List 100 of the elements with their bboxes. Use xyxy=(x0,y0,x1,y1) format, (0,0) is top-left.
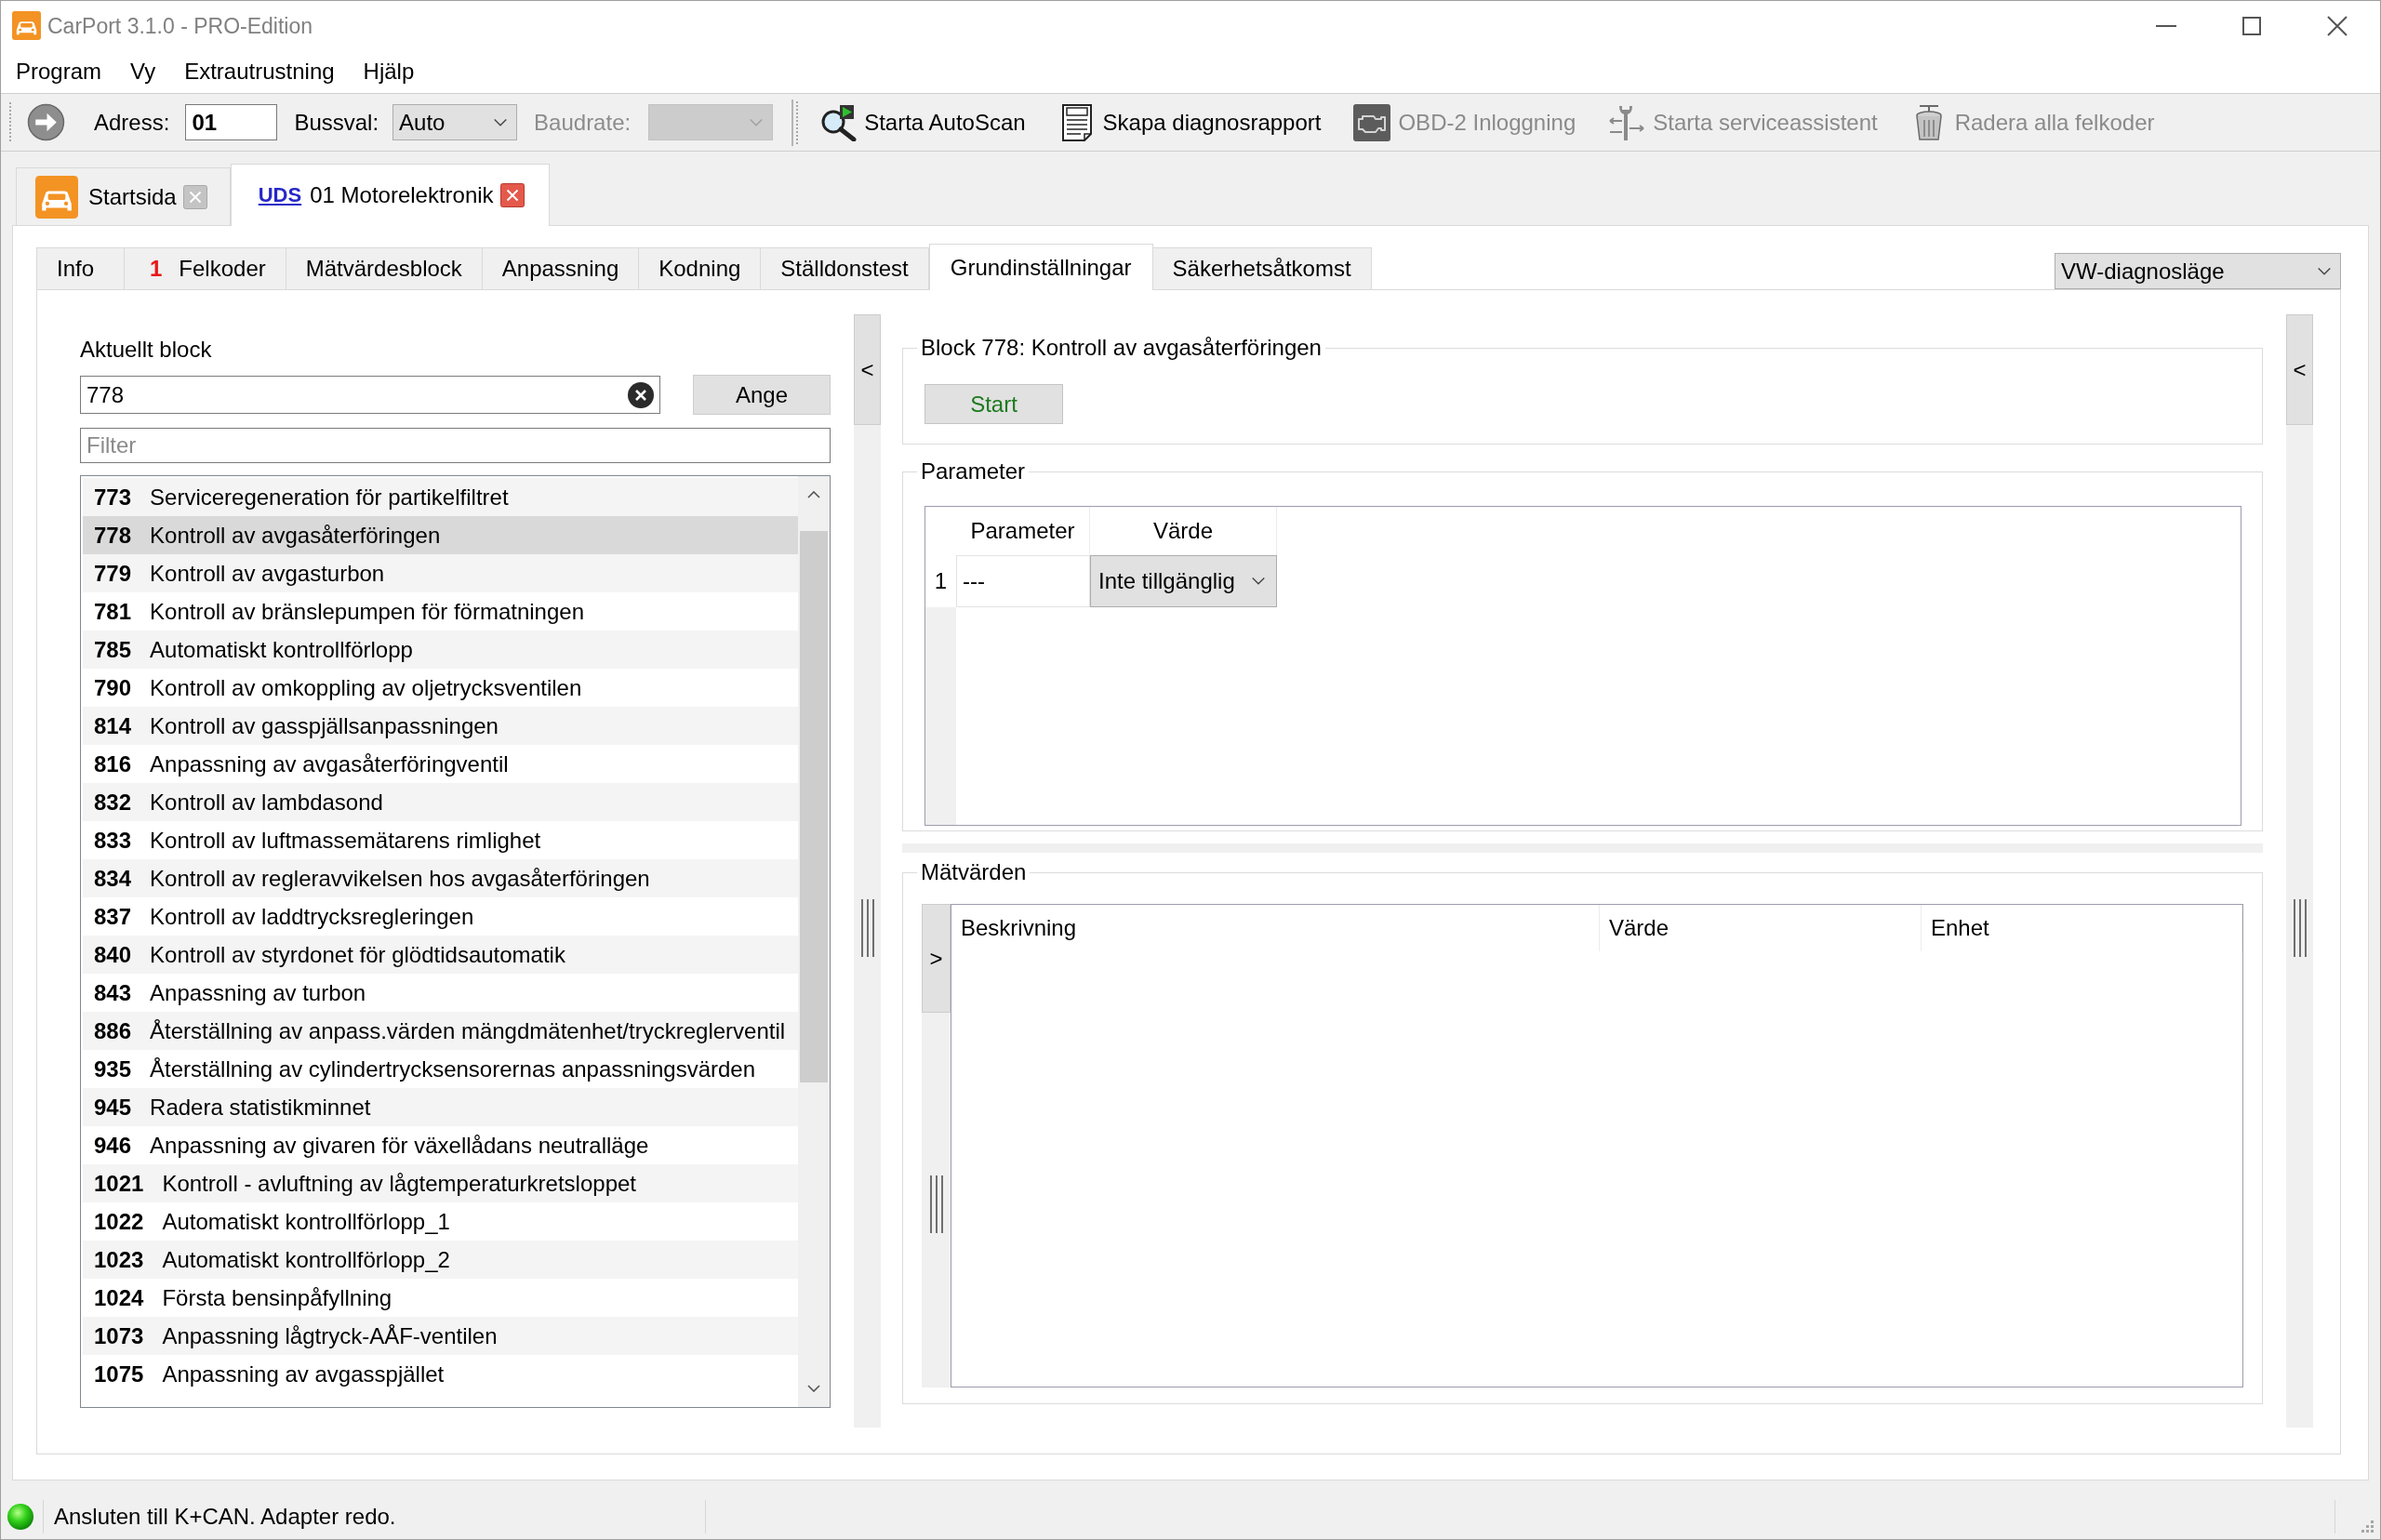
protocol-label: UDS xyxy=(258,182,302,208)
app-icon xyxy=(12,11,41,40)
block-number: 1021 xyxy=(94,1170,144,1197)
address-field[interactable]: 01 xyxy=(185,104,278,140)
bus-label: Bussval: xyxy=(294,109,379,136)
block-name: Kontroll av bränslepumpen för förmatningen xyxy=(150,598,584,625)
block-name: Kontroll av luftmassemätarens rimlighet xyxy=(150,827,541,854)
block-name: Kontroll av lambdasond xyxy=(150,789,383,816)
function-tab[interactable]: 1 Felkoder xyxy=(124,247,286,289)
block-list-item[interactable]: 778 Kontroll av avgasåterföringen xyxy=(83,516,798,554)
block-number: 773 xyxy=(94,484,132,511)
block-list-item[interactable]: 779 Kontroll av avgasturbon xyxy=(83,554,798,592)
close-icon xyxy=(182,184,207,209)
block-name: Kontroll av omkoppling av oljetrycksventilen xyxy=(150,674,582,701)
column-header: Beskrivning xyxy=(951,905,1600,951)
tab-label: Startsida xyxy=(88,183,177,210)
block-number: 1022 xyxy=(94,1208,144,1235)
block-name: Kontroll av gasspjällsanpassningen xyxy=(150,712,499,739)
block-number: 843 xyxy=(94,979,132,1006)
set-button[interactable]: Ange xyxy=(693,375,831,415)
mode-dropdown[interactable]: VW-diagnosläge xyxy=(2055,253,2341,289)
block-number: 945 xyxy=(94,1094,132,1121)
block-name: Anpassning av givaren för växellådans neutralläge xyxy=(150,1132,649,1159)
filter-field[interactable]: Filter xyxy=(80,428,831,463)
block-list-item[interactable]: 1023 Automatiskt kontrollförlopp_2 xyxy=(83,1241,798,1279)
block-list-item[interactable]: 834 Kontroll av regleravvikelsen hos avgasåterföringen xyxy=(83,859,798,897)
address-label: Adress: xyxy=(94,109,170,136)
bus-dropdown[interactable]: Auto xyxy=(392,104,518,140)
block-number: 833 xyxy=(94,827,132,854)
block-number: 1023 xyxy=(94,1246,144,1273)
toolbar-button[interactable]: Starta AutoScan xyxy=(819,101,1026,143)
block-name: Återställning av cylindertrycksensorernas anpassningsvärden xyxy=(150,1055,756,1082)
expand-button[interactable]: > xyxy=(922,904,951,1013)
function-tab[interactable]: Grundinställningar xyxy=(928,244,1153,290)
block-name: Kontroll av styrdonet för glödtidsautomatik xyxy=(150,941,565,968)
magnifier-play-icon xyxy=(819,103,858,141)
function-tab[interactable]: Kodning xyxy=(638,247,762,289)
function-tab[interactable]: Anpassning xyxy=(481,247,640,289)
column-header: Enhet xyxy=(1922,905,2242,951)
document-tab[interactable]: Startsida xyxy=(16,167,231,225)
status-text: Ansluten till K+CAN. Adapter redo. xyxy=(54,1504,396,1530)
menu-item[interactable]: Program xyxy=(7,53,112,90)
block-list-item[interactable]: 814 Kontroll av gasspjällsanpassningen xyxy=(83,707,798,745)
window-title: CarPort 3.1.0 - PRO-Edition xyxy=(47,12,313,39)
engine-icon xyxy=(1353,103,1391,141)
block-list-item[interactable]: 1021 Kontroll - avluftning av lågtemperaturkretsloppet xyxy=(83,1164,798,1202)
block-list-item[interactable]: 840 Kontroll av styrdonet för glödtidsautomatik xyxy=(83,936,798,974)
collapse-button[interactable]: < xyxy=(854,314,881,425)
column-header: Parameter xyxy=(956,507,1090,555)
block-number: 840 xyxy=(94,941,132,968)
function-tab[interactable]: Mätvärdesblock xyxy=(285,247,483,289)
menu-item[interactable]: Hjälp xyxy=(353,53,424,90)
block-list-item[interactable]: 785 Automatiskt kontrollförlopp xyxy=(83,631,798,669)
block-number: 946 xyxy=(94,1132,132,1159)
block-name: Anpassning av turbon xyxy=(150,979,366,1006)
menu-item[interactable]: Extrautrustning xyxy=(175,53,344,90)
scroll-up-icon[interactable] xyxy=(807,491,820,498)
block-list-item[interactable]: 886 Återställning av anpass.värden mängdmätenhet/tryckreglerventil xyxy=(83,1012,798,1050)
menu-item[interactable]: Vy xyxy=(121,53,166,90)
tab-label: 01 Motorelektronik xyxy=(310,182,494,208)
car-icon xyxy=(35,175,78,219)
function-tab[interactable]: Ställdonstest xyxy=(760,247,929,289)
block-label: Aktuellt block xyxy=(80,337,212,363)
document-tab[interactable]: UDS 01 Motorelektronik xyxy=(230,164,550,226)
baudrate-label: Baudrate: xyxy=(534,109,632,136)
toolbar-handle-icon xyxy=(8,101,12,143)
toolbar-button[interactable]: Skapa diagnosrapport xyxy=(1057,101,1322,143)
block-list-item[interactable]: 832 Kontroll av lambdasond xyxy=(83,783,798,821)
function-tab[interactable]: Info xyxy=(36,247,125,289)
block-list-item[interactable]: 945 Radera statistikminnet xyxy=(83,1088,798,1126)
function-tab[interactable]: Säkerhetsåtkomst xyxy=(1151,247,1372,289)
block-number: 1073 xyxy=(94,1322,144,1349)
close-tab-button[interactable] xyxy=(499,183,525,207)
block-number: 779 xyxy=(94,560,132,587)
grip-icon xyxy=(2293,899,2307,957)
block-name: Anpassning av avgasspjället xyxy=(162,1361,445,1387)
block-list-item[interactable]: 1073 Anpassning lågtryck-AÅF-ventilen xyxy=(83,1317,798,1355)
block-input[interactable]: 778 xyxy=(80,376,660,414)
collapse-button[interactable]: < xyxy=(2286,314,2313,425)
maximize-icon xyxy=(2242,16,2261,35)
start-button[interactable]: Start xyxy=(924,384,1063,424)
arrow-right-icon xyxy=(27,103,65,141)
block-number: 816 xyxy=(94,750,132,777)
value-dropdown[interactable]: Inte tillgänglig xyxy=(1090,555,1277,607)
chevron-down-icon xyxy=(2318,267,2331,275)
chevron-down-icon xyxy=(1252,578,1265,585)
block-number: 832 xyxy=(94,789,132,816)
scroll-down-icon[interactable] xyxy=(807,1385,820,1392)
block-number: 834 xyxy=(94,865,132,892)
grip-icon xyxy=(860,899,874,957)
clear-icon[interactable] xyxy=(628,381,654,408)
block-name: Kontroll av avgasturbon xyxy=(150,560,385,587)
go-button[interactable] xyxy=(27,103,65,141)
column-header: Värde xyxy=(1600,905,1922,951)
block-name: Serviceregeneration för partikelfiltret xyxy=(150,484,509,511)
block-number: 814 xyxy=(94,712,132,739)
scrollbar-thumb[interactable] xyxy=(800,531,828,1082)
block-list-item[interactable]: 773 Serviceregeneration för partikelfiltret xyxy=(83,478,798,516)
close-icon xyxy=(499,183,525,207)
block-number: 935 xyxy=(94,1055,132,1082)
